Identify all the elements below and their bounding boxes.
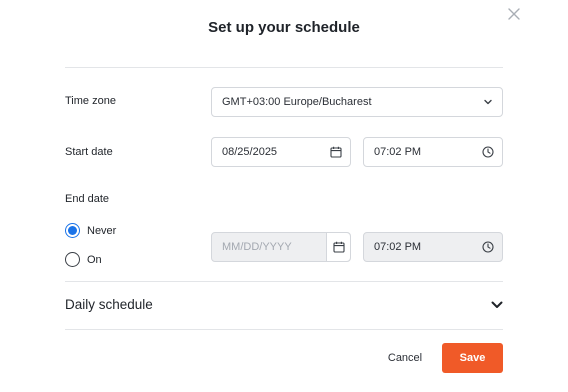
- cancel-button[interactable]: Cancel: [380, 344, 430, 372]
- end-on-radio[interactable]: On: [65, 252, 102, 267]
- calendar-icon: [332, 241, 345, 253]
- header-divider: [65, 67, 503, 68]
- start-date-label: Start date: [65, 146, 113, 158]
- daily-schedule-title[interactable]: Daily schedule: [65, 297, 153, 312]
- dialog-title: Set up your schedule: [208, 19, 360, 36]
- start-time-input[interactable]: 07:02 PM: [363, 137, 503, 167]
- daily-schedule-toggle[interactable]: [490, 298, 504, 312]
- start-time-value: 07:02 PM: [374, 146, 422, 158]
- end-date-label: End date: [65, 193, 110, 205]
- start-date-input[interactable]: 08/25/2025: [211, 137, 351, 167]
- radio-dot: [68, 226, 77, 235]
- time-zone-label: Time zone: [65, 95, 116, 107]
- chevron-down-icon: [491, 301, 503, 308]
- time-zone-select[interactable]: GMT+03:00 Europe/Bucharest: [211, 87, 503, 117]
- chevron-down-icon: [482, 96, 494, 108]
- clock-icon[interactable]: [482, 241, 494, 253]
- calendar-icon[interactable]: [330, 146, 342, 158]
- end-never-radio[interactable]: Never: [65, 223, 116, 238]
- section-divider: [65, 281, 503, 282]
- start-date-value: 08/25/2025: [222, 146, 278, 158]
- end-date-placeholder: MM/DD/YYYY: [222, 241, 292, 253]
- save-button[interactable]: Save: [442, 343, 503, 373]
- time-zone-value: GMT+03:00 Europe/Bucharest: [222, 96, 372, 108]
- end-on-label: On: [87, 253, 102, 266]
- end-time-input[interactable]: 07:02 PM: [363, 232, 503, 262]
- end-date-input[interactable]: MM/DD/YYYY: [211, 232, 351, 262]
- radio-circle: [65, 252, 80, 267]
- end-date-calendar-button[interactable]: [326, 233, 350, 261]
- radio-circle: [65, 223, 80, 238]
- clock-icon[interactable]: [482, 146, 494, 158]
- end-never-label: Never: [87, 224, 117, 237]
- footer-divider: [65, 329, 503, 330]
- end-time-value: 07:02 PM: [374, 241, 422, 253]
